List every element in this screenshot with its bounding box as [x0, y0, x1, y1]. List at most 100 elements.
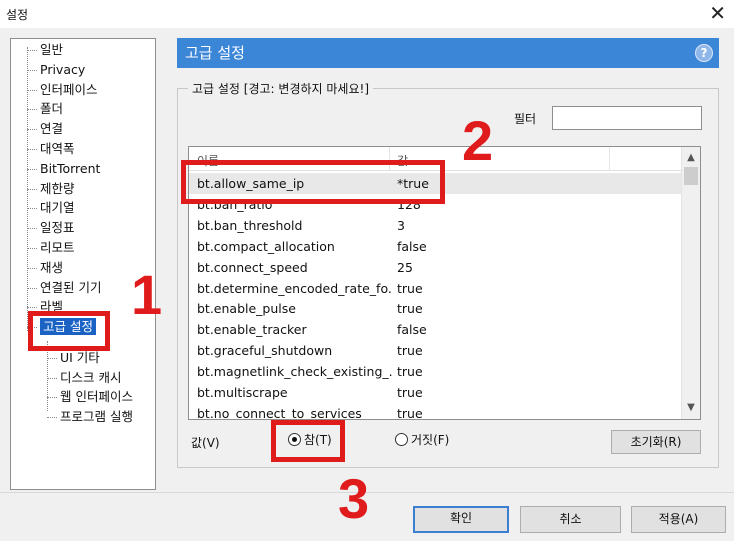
close-icon[interactable]: ✕: [709, 2, 726, 24]
tree-connector: [27, 69, 37, 71]
value-label: 값(V): [191, 436, 220, 450]
tree-item[interactable]: 일정표: [27, 218, 75, 238]
tree-item[interactable]: 재생: [27, 258, 63, 278]
row-name: bt.graceful_shutdown: [197, 343, 333, 359]
tree-connector: [27, 267, 37, 269]
tree-item[interactable]: 제한량: [27, 179, 75, 199]
tree-item[interactable]: 대역폭: [27, 139, 75, 159]
tree-connector: [27, 208, 37, 210]
row-value: true: [397, 280, 423, 296]
row-name: bt.determine_encoded_rate_fo...: [197, 280, 392, 296]
tree-item-label: 웹 인터페이스: [60, 389, 133, 404]
tree-item-label: 폴더: [40, 101, 64, 117]
table-row[interactable]: bt.determine_encoded_rate_fo... true: [189, 278, 682, 299]
tree-connector: [27, 89, 37, 91]
row-value: true: [397, 343, 423, 359]
tree-item[interactable]: 일반: [27, 40, 63, 60]
tree-connector: [27, 228, 37, 230]
tree-item[interactable]: 대기열: [27, 198, 75, 218]
row-value: false: [397, 322, 427, 338]
tree-connector: [47, 416, 57, 418]
table-row[interactable]: bt.graceful_shutdown true: [189, 340, 682, 361]
annotation-box-1: [28, 311, 110, 351]
tree-item-label: 대역폭: [40, 141, 75, 156]
tree-item-label: 연결: [40, 121, 64, 137]
help-icon[interactable]: ?: [695, 44, 713, 62]
tree-item[interactable]: 폴더: [27, 99, 63, 119]
tree-connector: [47, 397, 57, 398]
row-value: true: [397, 364, 423, 380]
apply-button[interactable]: 적용(A): [631, 506, 726, 533]
row-name: bt.ban_threshold: [197, 217, 303, 233]
tree-connector: [27, 307, 37, 309]
row-value: true: [397, 405, 423, 420]
table-row[interactable]: bt.multiscrape true: [189, 382, 682, 403]
column-divider: [609, 147, 610, 171]
tree-sub-item[interactable]: 디스크 캐시: [47, 368, 121, 388]
table-row[interactable]: bt.enable_pulse true: [189, 298, 682, 319]
row-name: bt.no_connect_to_services: [197, 405, 362, 420]
window-title: 설정: [6, 8, 29, 22]
tree-item-label: Privacy: [40, 61, 86, 77]
tree-connector: [27, 50, 37, 51]
tree-sub-item[interactable]: 프로그램 실행: [47, 407, 133, 427]
tree-item[interactable]: Privacy: [27, 60, 85, 80]
tree-item[interactable]: 인터페이스: [27, 80, 98, 100]
tree-connector: [27, 188, 37, 190]
row-name: bt.magnetlink_check_existing_...: [197, 364, 392, 380]
tree-connector: [27, 287, 37, 289]
tree-item-label: 대기열: [40, 200, 75, 216]
tree-item-label: BitTorrent: [40, 160, 101, 176]
tree-item[interactable]: 리모트: [27, 238, 75, 258]
tree-item-label: 일반: [40, 42, 64, 57]
tree-connector: [27, 109, 37, 111]
scroll-up-icon[interactable]: ▲: [682, 149, 700, 167]
row-value: 25: [397, 259, 413, 275]
tree-item[interactable]: 연결: [27, 119, 63, 139]
ok-button[interactable]: 확인: [413, 506, 509, 533]
title-bar: 설정 ✕: [0, 0, 734, 28]
tree-sub-item[interactable]: 웹 인터페이스: [47, 387, 133, 407]
scroll-thumb[interactable]: [684, 167, 698, 185]
tree-item-label: 제한량: [40, 180, 75, 196]
radio-dot[interactable]: [395, 433, 408, 446]
row-value: false: [397, 238, 427, 254]
group-title: 고급 설정 [경고: 변경하지 마세요!]: [188, 80, 373, 97]
tree-item-label: 디스크 캐시: [60, 369, 122, 385]
table-row[interactable]: bt.compact_allocation false: [189, 236, 682, 257]
tree-sub-item[interactable]: UI 기타: [47, 348, 100, 368]
tree-item-label: 일정표: [40, 220, 75, 236]
panel-title: 고급 설정: [185, 44, 245, 62]
tree-connector: [27, 248, 37, 249]
tree-connector: [27, 149, 37, 150]
tree-item-label: 연결된 기기: [40, 279, 102, 295]
tree-item[interactable]: BitTorrent: [27, 159, 100, 179]
table-row[interactable]: bt.ban_threshold 3: [189, 215, 682, 236]
panel-header: 고급 설정 ?: [177, 38, 719, 68]
tree-item-label: 리모트: [40, 240, 75, 255]
tree-connector: [27, 168, 37, 170]
annotation-number-2: 2: [462, 109, 494, 172]
tree-item-label: 프로그램 실행: [60, 408, 133, 424]
annotation-box-2: [181, 160, 445, 204]
radio-false[interactable]: 거짓(F): [395, 432, 449, 448]
tree-item-label: 인터페이스: [40, 81, 98, 97]
row-value: true: [397, 301, 423, 317]
row-value: true: [397, 385, 423, 400]
tree-connector: [27, 129, 37, 131]
table-row[interactable]: bt.magnetlink_check_existing_... true: [189, 361, 682, 382]
scroll-down-icon[interactable]: ▼: [682, 399, 700, 417]
annotation-box-3: [271, 420, 345, 462]
list-scrollbar[interactable]: ▲ ▼: [681, 147, 700, 419]
radio-false-label: 거짓(F): [411, 433, 450, 447]
tree-connector: [47, 377, 57, 379]
tree-item[interactable]: 연결된 기기: [27, 278, 101, 298]
table-row[interactable]: bt.no_connect_to_services true: [189, 403, 682, 420]
filter-input[interactable]: [552, 106, 702, 130]
tree-connector: [47, 358, 57, 359]
cancel-button[interactable]: 취소: [520, 506, 621, 533]
reset-button[interactable]: 초기화(R): [611, 430, 701, 454]
table-row[interactable]: bt.connect_speed 25: [189, 257, 682, 278]
table-row[interactable]: bt.enable_tracker false: [189, 319, 682, 340]
annotation-number-1: 1: [131, 263, 163, 326]
